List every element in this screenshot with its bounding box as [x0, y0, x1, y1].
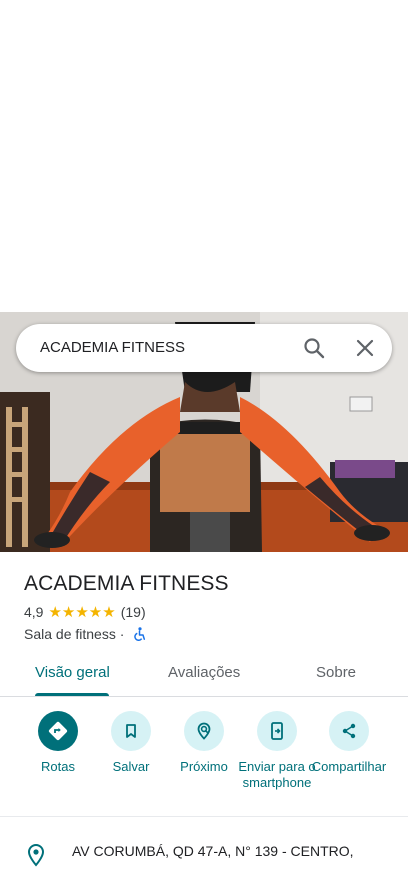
location-pin-icon — [27, 843, 45, 867]
directions-button[interactable]: Rotas — [18, 711, 98, 775]
save-label: Salvar — [112, 759, 150, 774]
nearby-button[interactable]: Próximo — [164, 711, 244, 775]
send-to-phone-button[interactable]: Enviar para o smartphone — [237, 711, 317, 791]
address-row[interactable]: AV CORUMBÁ, QD 47-A, N° 139 - CENTRO, — [0, 830, 408, 870]
category-row: Sala de fitness · — [24, 625, 146, 643]
tab-overview[interactable]: Visão geral — [35, 664, 110, 681]
send-to-phone-label: Enviar para o smartphone — [238, 759, 316, 790]
bookmark-icon — [111, 711, 151, 751]
nearby-label: Próximo — [180, 759, 228, 774]
tab-reviews[interactable]: Avaliações — [168, 664, 240, 681]
save-button[interactable]: Salvar — [91, 711, 171, 775]
nearby-icon — [184, 711, 224, 751]
action-buttons: Rotas Salvar Próximo Enviar para o smart… — [0, 700, 408, 817]
review-count: (19) — [120, 604, 146, 620]
rating-row[interactable]: 4,9 ★★★★★ (19) — [24, 603, 146, 621]
directions-label: Rotas — [41, 759, 75, 774]
send-to-phone-icon — [257, 711, 297, 751]
active-tab-indicator — [35, 693, 109, 696]
star-rating-icon: ★★★★★ — [48, 604, 116, 621]
tab-bar: Visão geral Avaliações Sobre — [0, 652, 408, 697]
close-icon[interactable] — [353, 336, 377, 360]
place-title: ACADEMIA FITNESS — [24, 572, 229, 595]
search-bar[interactable]: ACADEMIA FITNESS — [16, 324, 392, 372]
share-icon — [329, 711, 369, 751]
address-text: AV CORUMBÁ, QD 47-A, N° 139 - CENTRO, — [72, 843, 354, 859]
wheelchair-icon — [134, 627, 146, 641]
tab-about[interactable]: Sobre — [316, 664, 356, 681]
place-category: Sala de fitness — [24, 626, 116, 642]
share-label: Compartilhar — [311, 759, 387, 774]
search-input[interactable]: ACADEMIA FITNESS — [40, 339, 185, 356]
directions-icon — [38, 711, 78, 751]
map-area — [0, 0, 408, 312]
rating-value: 4,9 — [24, 604, 44, 620]
separator: · — [115, 626, 129, 642]
search-icon[interactable] — [302, 336, 326, 360]
share-button[interactable]: Compartilhar — [309, 711, 389, 775]
